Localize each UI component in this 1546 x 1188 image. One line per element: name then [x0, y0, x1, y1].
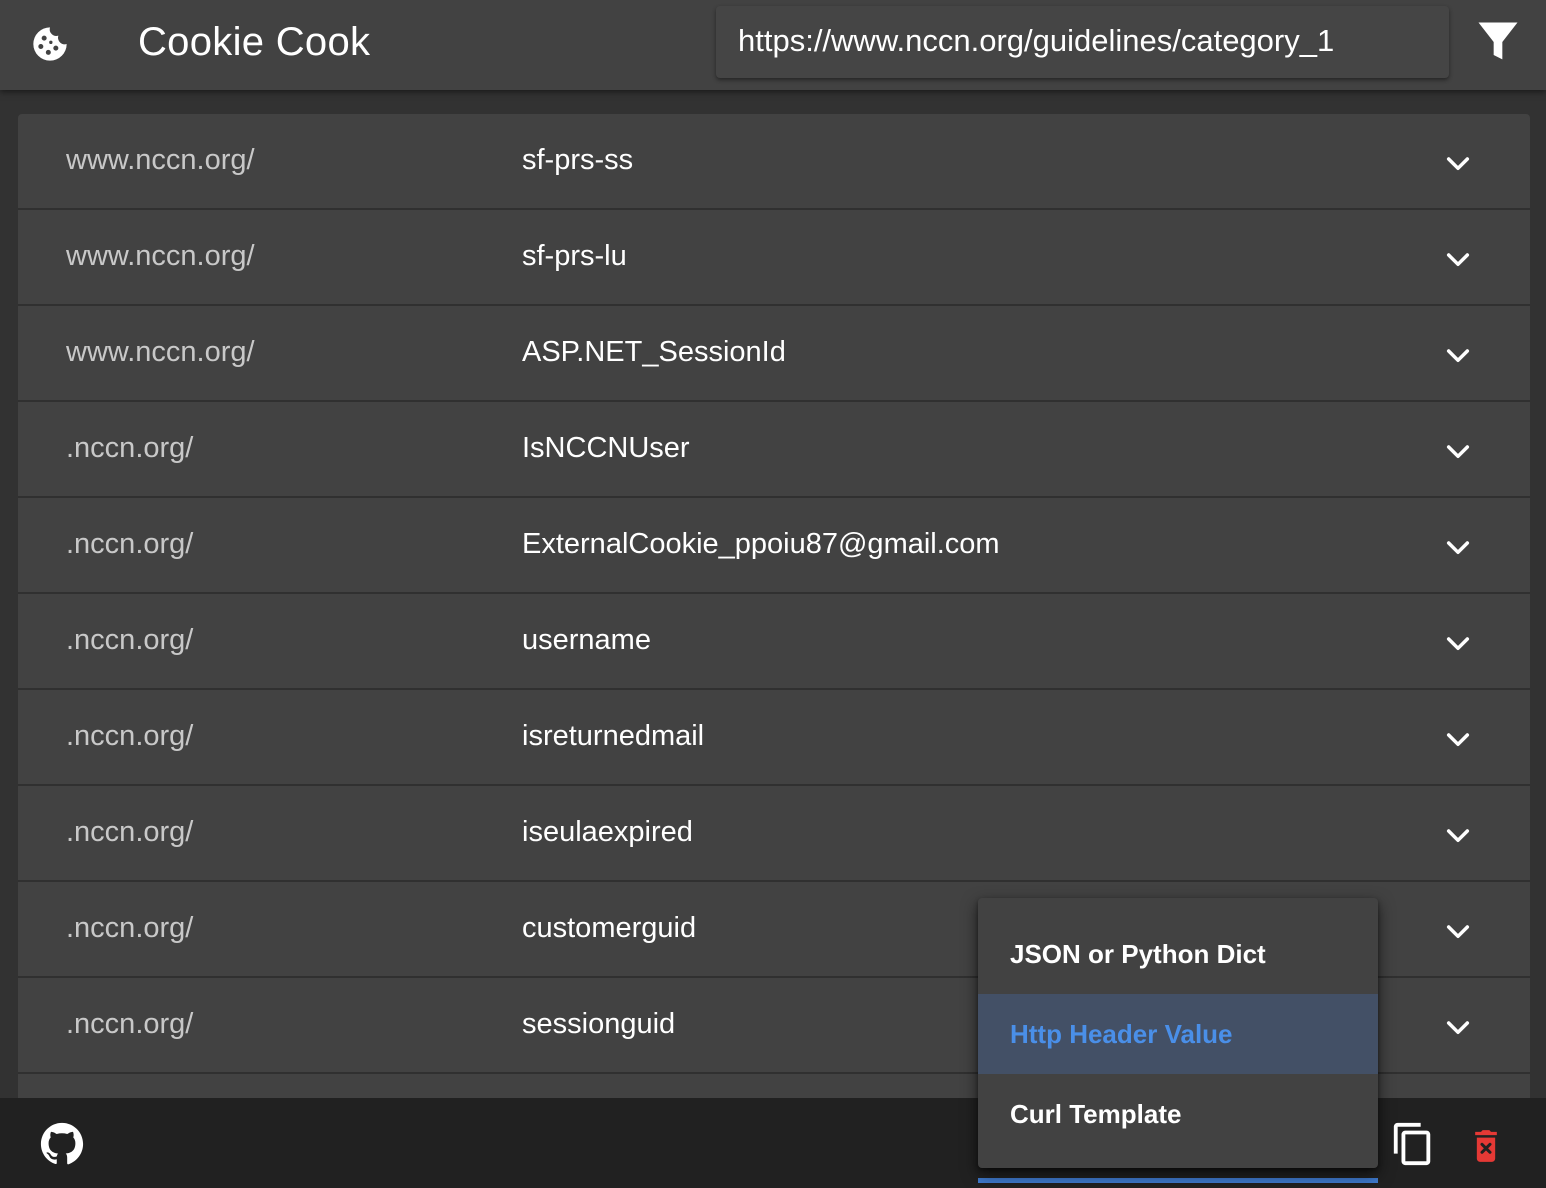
cookie-row[interactable]: www.nccn.org/ ASP.NET_SessionId	[18, 306, 1530, 402]
chevron-down-icon[interactable]	[1442, 531, 1474, 563]
cookie-domain: .nccn.org/	[66, 912, 194, 944]
cookie-domain: .nccn.org/	[66, 816, 194, 848]
cookie-name: sf-prs-ss	[522, 144, 634, 176]
cookie-row[interactable]: www.nccn.org/ sf-prs-ss	[18, 114, 1530, 210]
cookie-domain: .nccn.org/	[66, 624, 194, 656]
chevron-down-icon[interactable]	[1442, 243, 1474, 275]
cookie-domain: www.nccn.org/	[66, 336, 255, 368]
menu-item-curl[interactable]: Curl Template	[978, 1074, 1378, 1154]
cookie-row[interactable]: www.nccn.org/ sf-prs-lu	[18, 210, 1530, 306]
app-title: Cookie Cook	[138, 20, 371, 64]
chevron-down-icon[interactable]	[1442, 339, 1474, 371]
cookie-name: ExternalCookie_ppoiu87@gmail.com	[522, 528, 1000, 560]
cookie-row[interactable]: .nccn.org/ isreturnedmail	[18, 690, 1530, 786]
format-menu: JSON or Python Dict Http Header Value Cu…	[978, 898, 1378, 1168]
chevron-down-icon[interactable]	[1442, 627, 1474, 659]
cookie-name: username	[522, 624, 651, 656]
cookie-domain: www.nccn.org/	[66, 240, 255, 272]
cookie-domain: .nccn.org/	[66, 720, 194, 752]
filter-icon[interactable]	[1472, 16, 1524, 68]
cookie-domain: www.nccn.org/	[66, 144, 255, 176]
url-field[interactable]	[716, 6, 1449, 78]
app-bar: Cookie Cook	[0, 0, 1546, 90]
cookie-name: isreturnedmail	[522, 720, 705, 752]
cookie-row[interactable]: .nccn.org/ ExternalCookie_ppoiu87@gmail.…	[18, 498, 1530, 594]
chevron-down-icon[interactable]	[1442, 915, 1474, 947]
cookie-domain: .nccn.org/	[66, 432, 194, 464]
cookie-name: sf-prs-lu	[522, 240, 627, 272]
menu-item-json[interactable]: JSON or Python Dict	[978, 914, 1378, 994]
url-input[interactable]	[738, 18, 1428, 64]
delete-icon[interactable]	[1466, 1126, 1506, 1166]
cookie-name: customerguid	[522, 912, 697, 944]
cookie-domain: .nccn.org/	[66, 1008, 194, 1040]
cookie-name: sessionguid	[522, 1008, 676, 1040]
cookie-row[interactable]: .nccn.org/ username	[18, 594, 1530, 690]
github-icon[interactable]	[40, 1122, 84, 1166]
chevron-down-icon[interactable]	[1442, 147, 1474, 179]
menu-item-http-header[interactable]: Http Header Value	[978, 994, 1378, 1074]
cookie-domain: .nccn.org/	[66, 528, 194, 560]
cookie-row[interactable]: .nccn.org/ iseulaexpired	[18, 786, 1530, 882]
chevron-down-icon[interactable]	[1442, 819, 1474, 851]
chevron-down-icon[interactable]	[1442, 1011, 1474, 1043]
cookie-icon	[33, 27, 67, 61]
copy-icon[interactable]	[1390, 1120, 1436, 1168]
chevron-down-icon[interactable]	[1442, 723, 1474, 755]
tab-indicator	[978, 1178, 1378, 1183]
cookie-name: ASP.NET_SessionId	[522, 336, 786, 368]
cookie-name: IsNCCNUser	[522, 432, 690, 464]
cookie-name: iseulaexpired	[522, 816, 693, 848]
cookie-row[interactable]: .nccn.org/ IsNCCNUser	[18, 402, 1530, 498]
chevron-down-icon[interactable]	[1442, 435, 1474, 467]
